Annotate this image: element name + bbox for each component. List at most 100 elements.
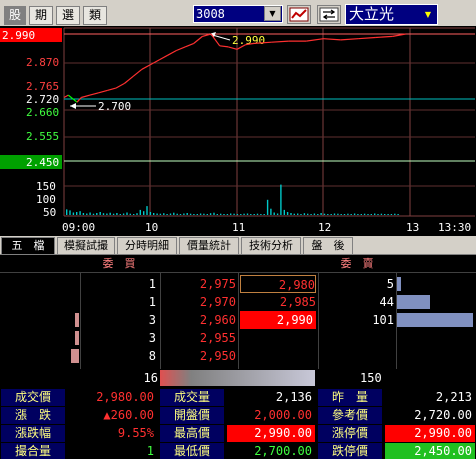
volume-label: 50 — [43, 206, 56, 219]
change-label: 漲 跌 — [1, 407, 65, 424]
volume-bar — [159, 213, 162, 215]
volume-bar — [66, 209, 68, 215]
low-label: 最低價 — [160, 443, 224, 459]
chart-toggle-icon[interactable] — [287, 5, 311, 24]
price-segment — [193, 35, 203, 44]
volume-bar — [353, 213, 356, 215]
tab-tick-detail[interactable]: 分時明細 — [117, 237, 177, 254]
price-segment — [323, 38, 341, 41]
price-segment — [306, 38, 324, 42]
volume-bar — [397, 214, 399, 215]
tab-stock[interactable]: 股 — [4, 6, 26, 25]
tab-select[interactable]: 選 — [56, 6, 80, 25]
bid-price[interactable]: 2,955 — [162, 329, 236, 347]
volume-bar — [263, 214, 265, 215]
volume-bar — [213, 212, 215, 215]
volume-bar — [176, 213, 178, 215]
ask-header: 委 賣 — [340, 257, 374, 270]
volume-bar — [367, 214, 369, 215]
time-label: 12 — [318, 221, 331, 234]
match-qty-value: 1 — [146, 444, 154, 458]
volume-bar — [330, 214, 332, 215]
volume-value: 2,136 — [275, 390, 312, 404]
volume-bar — [179, 214, 182, 215]
volume-bar — [387, 214, 389, 215]
volume-bar — [206, 214, 208, 215]
volume-bar — [317, 214, 319, 215]
bid-qty-bar — [75, 331, 79, 345]
volume-bar — [193, 214, 195, 215]
volume-bar — [380, 213, 383, 215]
bid-price[interactable]: 2,975 — [162, 275, 236, 293]
volume-bar — [173, 212, 175, 215]
quote-stats: 成交價 2,980.00 開盤價 成交量 2,136 昨 量 2,213 漲 跌… — [0, 388, 476, 459]
price-segment — [375, 35, 393, 39]
tab-simulated-match[interactable]: 模擬試撮 — [57, 237, 115, 254]
tab-price-volume[interactable]: 價量統計 — [179, 237, 239, 254]
ask-qty-bar — [397, 295, 431, 309]
tab-after-hours[interactable]: 盤 後 — [303, 237, 353, 254]
price-segment — [98, 89, 108, 94]
volume-label: 成交量 — [160, 389, 224, 406]
tab-five-levels[interactable]: 五 檔 — [1, 237, 55, 254]
ask-price[interactable]: 2,990 — [240, 311, 316, 329]
price-segment — [107, 87, 117, 91]
bid-price[interactable]: 2,970 — [162, 293, 236, 311]
volume-bar — [112, 213, 115, 215]
intraday-chart[interactable]: 2.990 2.870 2.765 2.720 2.660 2.555 2.45… — [0, 26, 476, 236]
chart-canvas: 2.990 2.870 2.765 2.720 2.660 2.555 2.45… — [0, 27, 475, 234]
swap-icon[interactable] — [317, 5, 341, 24]
code-dropdown-icon[interactable]: ▼ — [264, 6, 281, 21]
prev-volume-label: 昨 量 — [318, 389, 382, 406]
volume-bar — [343, 214, 346, 215]
price-segment — [67, 94, 74, 100]
volume-bar — [273, 212, 275, 215]
volume-bar — [347, 213, 349, 215]
volume-bar — [333, 213, 336, 215]
volume-bar — [293, 213, 295, 215]
volume-bar — [223, 214, 225, 215]
volume-bar — [260, 214, 262, 215]
ask-qty-bar — [397, 313, 473, 327]
volume-bar — [196, 214, 198, 215]
volume-bar — [256, 213, 259, 215]
volume-bar — [266, 199, 269, 215]
price-segment — [141, 64, 151, 70]
volume-bar — [102, 213, 105, 215]
change-pct-label: 漲跌幅 — [1, 425, 65, 442]
tab-period[interactable]: 期 — [29, 6, 53, 25]
time-label: 13 — [406, 221, 419, 234]
volume-bar — [119, 214, 121, 215]
bid-price[interactable]: 2,950 — [162, 347, 236, 365]
change-pct-value: 9.55% — [117, 426, 154, 440]
volume-bar — [189, 213, 192, 215]
volume-bar — [307, 213, 309, 215]
last-price-value: 2,980.00 — [67, 389, 157, 406]
tab-category[interactable]: 類 — [83, 6, 107, 25]
volume-bar — [76, 212, 78, 215]
ref-price-value: 2,720.00 — [414, 408, 472, 422]
volume-label: 100 — [36, 193, 56, 206]
ask-total: 150 — [360, 371, 382, 385]
name-dropdown-icon[interactable]: ▼ — [421, 7, 435, 22]
bid-price[interactable]: 2,960 — [162, 311, 236, 329]
volume-bar — [280, 184, 282, 215]
volume-bar — [374, 213, 376, 215]
ask-price[interactable]: 2,985 — [240, 293, 316, 311]
volume-bar — [384, 214, 386, 215]
volume-bar — [233, 213, 235, 215]
ask-price[interactable]: 2,980 — [240, 275, 316, 293]
tab-technical[interactable]: 技術分析 — [241, 237, 301, 254]
volume-bar — [116, 213, 118, 215]
volume-bar — [297, 213, 299, 215]
price-segment — [176, 46, 186, 52]
volume-bar — [139, 209, 141, 215]
volume-bar — [136, 213, 138, 215]
ask-qty: 101 — [372, 313, 394, 327]
open-label: 開盤價 — [160, 407, 224, 424]
ask-qty-bar — [397, 277, 401, 291]
open-value: 2,000.00 — [254, 408, 312, 422]
volume-bar — [169, 213, 172, 215]
volume-bar — [243, 213, 245, 215]
ask-qty: 44 — [379, 295, 394, 309]
